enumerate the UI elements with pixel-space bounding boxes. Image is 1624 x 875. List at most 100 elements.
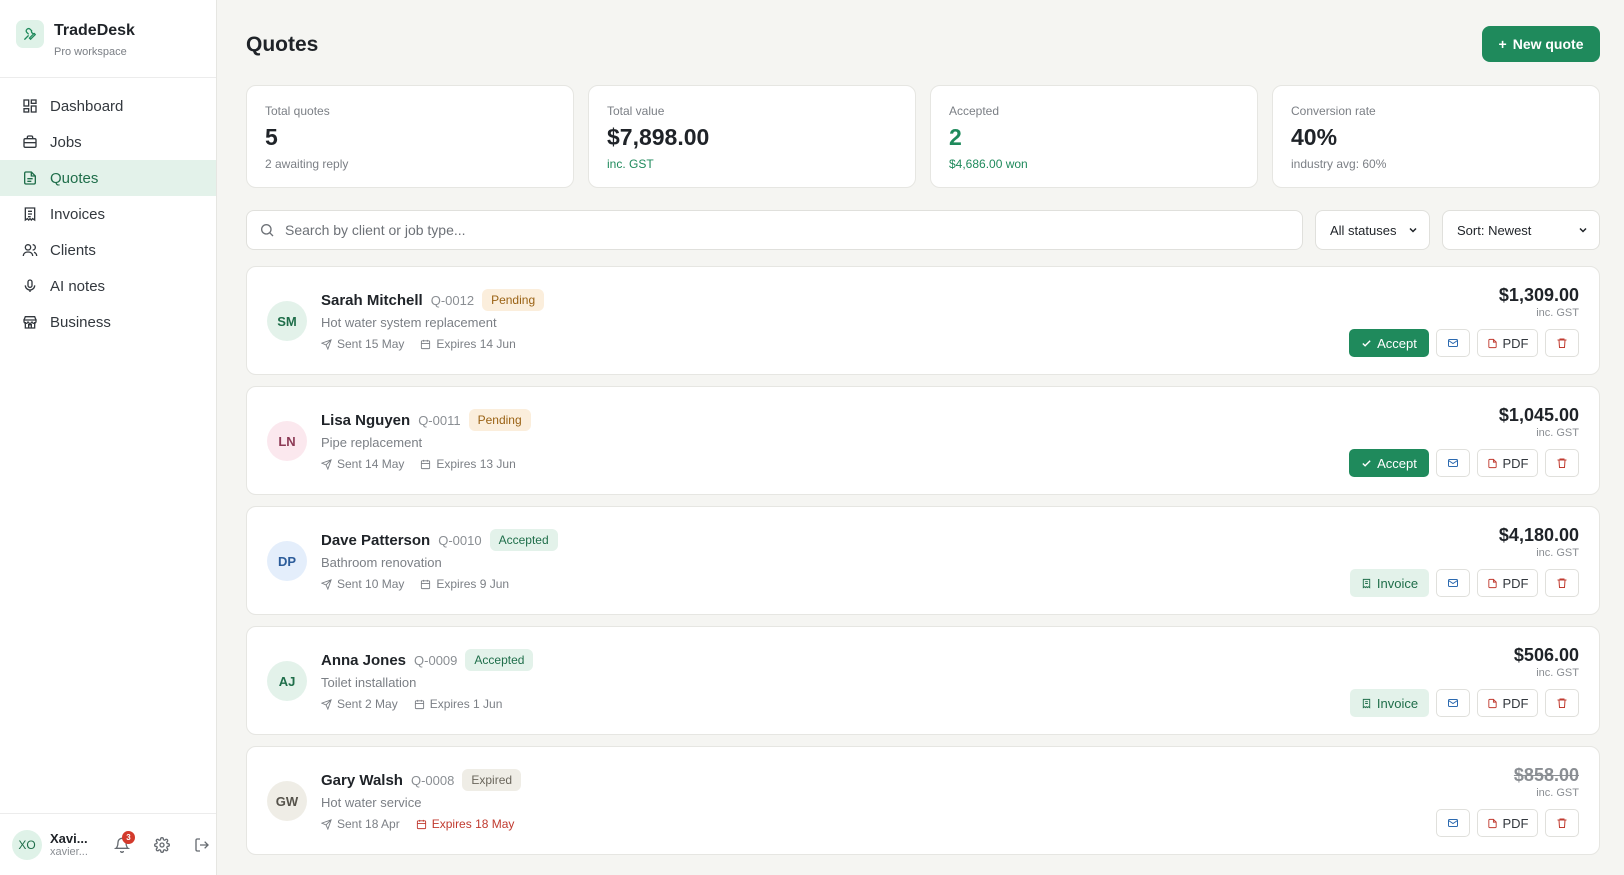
sent-date: Sent 18 Apr (337, 817, 400, 831)
sidebar-item-label: Invoices (50, 205, 106, 223)
sidebar-item-label: Business (50, 313, 111, 331)
send-icon (321, 458, 332, 470)
quote-card[interactable]: DP Dave Patterson Q-0010 Accepted Bathro… (246, 506, 1600, 615)
quote-amount: $1,309.00 (1498, 285, 1579, 305)
calendar-icon (421, 579, 431, 589)
gst-note: inc. GST (1536, 427, 1579, 439)
delete-button[interactable] (1545, 809, 1579, 837)
sidebar-item-business[interactable]: Business (0, 304, 216, 340)
invoice-button[interactable]: Invoice (1350, 689, 1429, 717)
users-icon (22, 244, 38, 257)
mail-icon (1448, 819, 1458, 827)
wrench-icon (16, 20, 44, 48)
email-button[interactable] (1436, 689, 1470, 717)
mail-icon (1448, 579, 1458, 587)
pdf-file-icon (1487, 818, 1497, 828)
delete-button[interactable] (1545, 329, 1579, 357)
stat-label: Accepted (949, 104, 1000, 118)
sidebar-item-invoices[interactable]: Invoices (0, 196, 216, 232)
stat-value: 2 (949, 124, 962, 150)
notification-count-badge: 3 (122, 830, 135, 844)
pdf-button[interactable]: PDF (1477, 329, 1538, 357)
sidebar-item-ai-notes[interactable]: AI notes (0, 268, 216, 304)
email-button[interactable] (1436, 449, 1470, 477)
stat-card-total-quotes: Total quotes 5 2 awaiting reply (246, 85, 574, 188)
pdf-button[interactable]: PDF (1477, 569, 1538, 597)
sidebar-item-quotes[interactable]: Quotes (0, 160, 216, 196)
client-avatar: LN (267, 421, 307, 461)
dashboard-icon (23, 99, 37, 113)
mail-icon (1448, 339, 1458, 347)
sent-date: Sent 10 May (337, 577, 405, 591)
status-filter-select[interactable]: All statuses (1315, 210, 1430, 250)
send-icon (321, 578, 332, 590)
search-icon (261, 224, 274, 237)
search-input[interactable] (285, 222, 1302, 238)
notifications-button[interactable]: 3 (108, 830, 136, 859)
sidebar-item-clients[interactable]: Clients (0, 232, 216, 268)
receipt-icon (24, 207, 36, 222)
pdf-file-icon (1487, 698, 1497, 708)
gst-note: inc. GST (1536, 787, 1579, 799)
job-description: Pipe replacement (321, 435, 423, 450)
email-button[interactable] (1436, 569, 1470, 597)
client-avatar: DP (267, 541, 307, 581)
sort-select[interactable]: Sort: Newest (1442, 210, 1600, 250)
pdf-button[interactable]: PDF (1477, 449, 1538, 477)
stat-card-total-value: Total value $7,898.00 inc. GST (588, 85, 916, 188)
settings-button[interactable] (148, 831, 176, 859)
client-name: Dave Patterson (321, 531, 431, 549)
stat-sub: inc. GST (607, 157, 654, 171)
new-quote-button[interactable]: + New quote (1482, 26, 1600, 62)
email-button[interactable] (1436, 809, 1470, 837)
logout-icon (195, 837, 209, 852)
quote-card[interactable]: SM Sarah Mitchell Q-0012 Pending Hot wat… (246, 266, 1600, 375)
pdf-button[interactable]: PDF (1477, 689, 1538, 717)
invoice-button[interactable]: Invoice (1350, 569, 1429, 597)
stat-label: Total quotes (265, 104, 330, 118)
stats-row: Total quotes 5 2 awaiting reply Total va… (246, 85, 1600, 188)
quote-meta: Sent 15 May Expires 14 Jun (321, 337, 516, 351)
accept-button[interactable]: Accept (1349, 329, 1429, 357)
invoice-label: Invoice (1376, 575, 1419, 591)
client-avatar: AJ (267, 661, 307, 701)
pdf-button[interactable]: PDF (1477, 809, 1538, 837)
stat-sub: $4,686.00 won (949, 157, 1028, 171)
stat-card-accepted: Accepted 2 $4,686.00 won (930, 85, 1258, 188)
quote-list: SM Sarah Mitchell Q-0012 Pending Hot wat… (246, 266, 1600, 866)
trash-icon (1557, 458, 1567, 468)
quote-card[interactable]: LN Lisa Nguyen Q-0011 Pending Pipe repla… (246, 386, 1600, 495)
delete-button[interactable] (1545, 449, 1579, 477)
quote-card[interactable]: GW Gary Walsh Q-0008 Expired Hot water s… (246, 746, 1600, 855)
pdf-label: PDF (1502, 335, 1529, 351)
status-badge: Expired (462, 769, 522, 791)
quote-card[interactable]: AJ Anna Jones Q-0009 Accepted Toilet ins… (246, 626, 1600, 735)
stat-card-conversion-rate: Conversion rate 40% industry avg: 60% (1272, 85, 1600, 188)
mail-icon (1448, 459, 1458, 467)
logout-button[interactable] (188, 831, 216, 859)
delete-button[interactable] (1545, 569, 1579, 597)
status-badge: Accepted (489, 529, 558, 551)
sidebar-item-label: Jobs (50, 133, 82, 151)
stat-value: $7,898.00 (607, 124, 710, 150)
user-name: Xavi... (50, 831, 88, 846)
sidebar-item-jobs[interactable]: Jobs (0, 124, 216, 160)
delete-button[interactable] (1545, 689, 1579, 717)
sidebar-item-dashboard[interactable]: Dashboard (0, 88, 216, 124)
status-badge: Pending (482, 289, 545, 311)
search-box (246, 210, 1303, 250)
job-description: Toilet installation (321, 675, 417, 690)
client-name: Sarah Mitchell (321, 291, 423, 309)
quote-number: Q-0009 (414, 652, 458, 668)
avatar[interactable]: XO (12, 829, 42, 860)
send-icon (321, 338, 332, 350)
accept-button[interactable]: Accept (1349, 449, 1429, 477)
receipt-icon (1362, 578, 1371, 588)
status-badge: Pending (468, 409, 531, 431)
job-description: Hot water service (321, 795, 422, 810)
client-avatar: GW (267, 781, 307, 821)
email-button[interactable] (1436, 329, 1470, 357)
sidebar-footer: XO Xavi... xavier... 3 (0, 813, 216, 875)
page-title: Quotes (246, 33, 319, 56)
quote-meta: Sent 18 Apr Expires 18 May (321, 817, 514, 831)
